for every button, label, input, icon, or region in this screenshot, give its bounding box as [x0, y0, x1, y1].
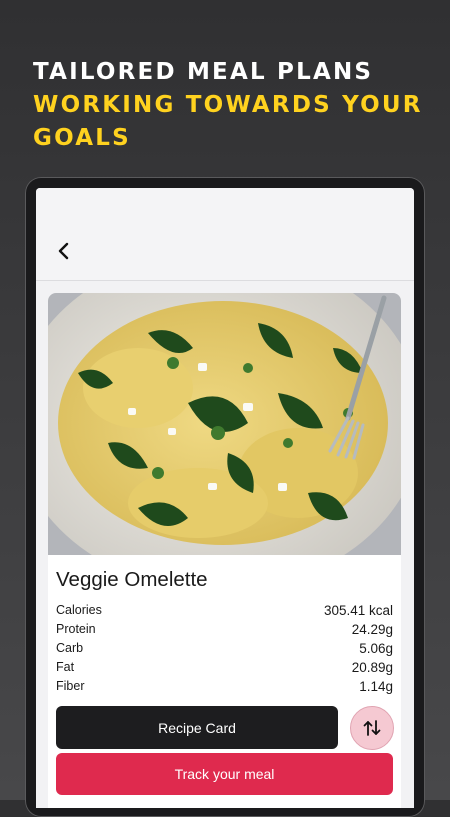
meal-title: Veggie Omelette	[56, 568, 208, 591]
nutrition-label: Fiber	[56, 679, 85, 693]
nutrition-row-protein: Protein 24.29g	[56, 620, 393, 639]
nutrition-value: 5.06g	[359, 641, 393, 656]
meal-card: Veggie Omelette Calories 305.41 kcal Pro…	[48, 293, 401, 808]
food-photo	[48, 293, 401, 555]
nutrition-label: Fat	[56, 660, 75, 674]
chevron-left-icon	[58, 242, 69, 260]
nutrition-value: 1.14g	[359, 679, 393, 694]
app-screen: Veggie Omelette Calories 305.41 kcal Pro…	[36, 188, 414, 808]
nutrition-value: 20.89g	[351, 660, 393, 675]
nutrition-label: Carb	[56, 641, 84, 655]
track-meal-button[interactable]: Track your meal	[56, 753, 393, 795]
nutrition-row-carb: Carb 5.06g	[56, 639, 393, 658]
nutrition-row-fiber: Fiber 1.14g	[56, 677, 393, 696]
nutrition-value: 305.41 kcal	[323, 603, 393, 618]
back-button[interactable]	[56, 240, 72, 262]
recipe-card-button[interactable]: Recipe Card	[56, 706, 338, 749]
nutrition-value: 24.29g	[351, 622, 393, 637]
nutrition-label: Protein	[56, 622, 96, 636]
nutrition-row-calories: Calories 305.41 kcal	[56, 601, 393, 620]
nutrition-table: Calories 305.41 kcal Protein 24.29g Carb…	[56, 601, 393, 696]
app-bar	[36, 188, 414, 281]
headline-line-1: TAILORED MEAL PLANS	[33, 59, 374, 85]
swap-arrows-icon	[363, 720, 381, 736]
promo-headline: TAILORED MEAL PLANS WORKING TOWARDS YOUR…	[33, 56, 450, 155]
nutrition-row-fat: Fat 20.89g	[56, 658, 393, 677]
swap-meal-button[interactable]	[350, 706, 394, 750]
nutrition-label: Calories	[56, 603, 102, 617]
headline-line-2: WORKING TOWARDS YOUR GOALS	[33, 92, 423, 151]
